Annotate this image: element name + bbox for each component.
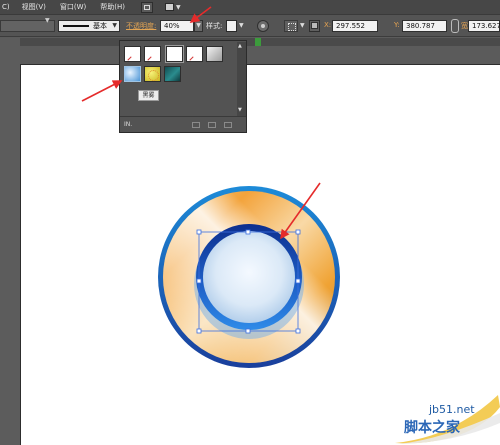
width-input[interactable]: 173.627 [468, 20, 500, 32]
layout-icon [165, 3, 175, 11]
menu-item-partial[interactable]: C) [2, 3, 10, 11]
menu-item-window[interactable]: 窗口(W) [60, 2, 86, 12]
style-swatch[interactable] [226, 20, 237, 32]
trash-icon[interactable] [224, 122, 232, 128]
style-label: 样式: [206, 22, 223, 30]
library-menu-button[interactable]: IN. [124, 121, 132, 128]
screen-mode-button[interactable] [141, 1, 154, 13]
y-input[interactable]: 380.787 [402, 20, 447, 32]
opacity-input[interactable]: 40% [160, 20, 194, 32]
tools-panel-edge [0, 38, 20, 445]
chevron-down-icon[interactable]: ▼ [300, 22, 305, 34]
glass-lens[interactable] [203, 231, 295, 323]
swatch-tooltip: 黑雾 [138, 90, 159, 101]
opacity-dropdown-button[interactable]: ▼ [194, 20, 203, 32]
chevron-down-icon: ▼ [45, 17, 50, 24]
document-tab-indicator [255, 38, 261, 46]
control-bar: ▼ 基本 ▼ 不透明度: 40% ▼ 样式: ▼ ▼ X: 297.552 Y:… [0, 15, 500, 37]
document-tab-strip [0, 38, 500, 46]
swatch-white[interactable] [165, 45, 184, 63]
watermark-url: jb51.net [429, 403, 475, 416]
x-label: X: [324, 21, 332, 29]
artboard[interactable] [20, 64, 500, 445]
square-outline-icon [144, 4, 151, 10]
stroke-line-preview [63, 25, 89, 27]
workspace-dropdown[interactable]: ▼ [165, 3, 181, 11]
swatch-teal-texture[interactable] [164, 66, 181, 82]
popup-footer: IN. [120, 116, 246, 132]
site-watermark: jb51.net 脚本之家 [393, 393, 500, 445]
swatch-none-2[interactable] [186, 46, 203, 62]
reference-point-icon[interactable] [309, 20, 320, 32]
x-input[interactable]: 297.552 [332, 20, 378, 32]
break-link-icon[interactable] [192, 122, 200, 128]
menu-item-help[interactable]: 帮助(H) [100, 2, 125, 12]
swatch-yellow-radial[interactable] [144, 66, 161, 82]
watermark-title: 脚本之家 [404, 420, 460, 436]
recolor-icon[interactable] [257, 20, 269, 32]
swatch-default[interactable] [124, 46, 141, 62]
chevron-down-icon: ▼ [112, 22, 117, 29]
chevron-down-icon: ▼ [176, 3, 181, 11]
stroke-profile-dropdown[interactable]: 基本 ▼ [58, 20, 120, 32]
chevron-down-icon[interactable]: ▼ [239, 22, 244, 34]
stroke-profile-label: 基本 [93, 22, 107, 30]
opacity-label[interactable]: 不透明度: [126, 21, 156, 33]
scroll-down-icon[interactable]: ▼ [238, 107, 242, 113]
new-style-icon[interactable] [208, 122, 216, 128]
popup-scrollbar[interactable] [237, 42, 246, 116]
artwork-canvas[interactable] [21, 65, 500, 445]
y-label: Y: [394, 21, 400, 29]
menu-bar: C) 视图(V) 窗口(W) 帮助(H) ▼ [0, 0, 500, 15]
swatch-none[interactable] [144, 46, 161, 62]
swatch-gray-gradient[interactable] [206, 46, 223, 62]
link-icon[interactable] [451, 19, 459, 33]
menu-item-view[interactable]: 视图(V) [22, 2, 46, 12]
align-icon[interactable] [284, 20, 298, 32]
graphic-styles-popup: ▲ ▼ IN. [119, 40, 247, 133]
swatch-blue-radial[interactable] [124, 66, 141, 82]
scroll-up-icon[interactable]: ▲ [238, 43, 242, 49]
